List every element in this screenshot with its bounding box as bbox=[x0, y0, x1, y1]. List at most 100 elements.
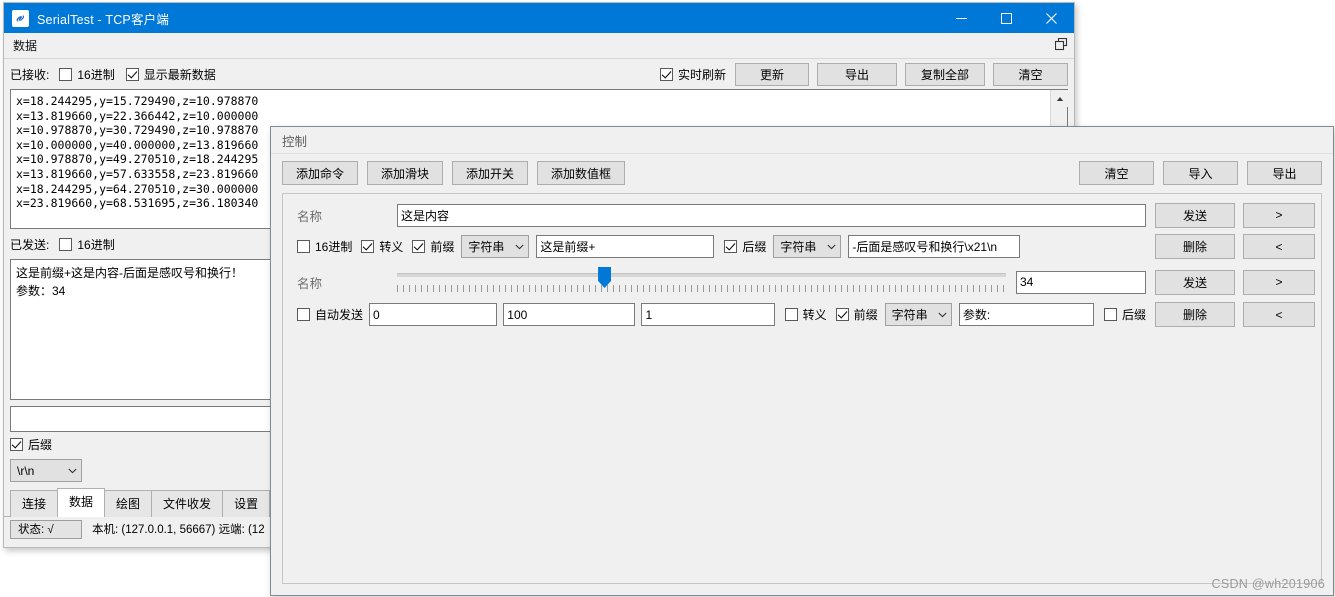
slider-options-row: 自动发送 0 100 1 转义 前缀 字符串 参数: 后缀 删除 < bbox=[283, 299, 1321, 330]
suffix-combobox[interactable]: \r\n bbox=[10, 459, 82, 482]
minimize-icon[interactable] bbox=[939, 3, 984, 33]
add-command-button[interactable]: 添加命令 bbox=[282, 161, 359, 185]
slider-move-right-button[interactable]: > bbox=[1243, 269, 1315, 295]
control-import-button[interactable]: 导入 bbox=[1163, 161, 1238, 185]
slider-value-input[interactable]: 34 bbox=[1016, 270, 1146, 294]
received-toolbar: 已接收: 16进制 显示最新数据 实时刷新 更新 导出 复制全部 清空 bbox=[4, 59, 1074, 89]
checkbox-box bbox=[59, 237, 73, 251]
command-name-label: 名称 bbox=[297, 209, 323, 224]
control-clear-button[interactable]: 清空 bbox=[1079, 161, 1154, 185]
received-label: 已接收: bbox=[10, 67, 50, 82]
copy-all-button[interactable]: 复制全部 bbox=[905, 62, 985, 86]
suffix-checkbox[interactable]: 后缀 bbox=[10, 436, 52, 453]
command-name-row: 名称 这是内容 发送 > bbox=[283, 199, 1321, 231]
slider-prefix-checkbox[interactable]: 前缀 bbox=[835, 306, 878, 323]
command-move-right-button[interactable]: > bbox=[1243, 202, 1315, 228]
command-content-input[interactable]: 这是内容 bbox=[397, 203, 1146, 227]
tab-plot[interactable]: 绘图 bbox=[104, 490, 153, 517]
checkbox-box bbox=[297, 240, 310, 253]
auto-send-checkbox[interactable]: 自动发送 bbox=[297, 306, 363, 323]
title-bar: SerialTest - TCP客户端 bbox=[4, 3, 1074, 33]
menu-item-data[interactable]: 数据 bbox=[4, 37, 37, 54]
status-badge: 状态: √ bbox=[10, 519, 82, 539]
slider-control[interactable] bbox=[397, 265, 1006, 299]
suffix-value: \r\n bbox=[17, 463, 35, 478]
slider-track bbox=[397, 273, 1006, 277]
screenshot-root: SerialTest - TCP客户端 数据 已接收: 16进制 显示最新数据 … bbox=[0, 0, 1335, 597]
menu-bar: 数据 bbox=[4, 33, 1074, 59]
command-suffix-input[interactable]: -后面是感叹号和换行\x21\n bbox=[848, 235, 1021, 258]
command-delete-button[interactable]: 删除 bbox=[1155, 234, 1235, 259]
slider-send-button[interactable]: 发送 bbox=[1155, 269, 1235, 295]
control-export-button[interactable]: 导出 bbox=[1247, 161, 1322, 185]
close-icon[interactable] bbox=[1029, 3, 1074, 33]
slider-delete-button[interactable]: 删除 bbox=[1155, 302, 1235, 327]
chevron-down-icon bbox=[68, 468, 77, 473]
show-latest-checkbox[interactable]: 显示最新数据 bbox=[125, 66, 216, 83]
slider-min-input[interactable]: 0 bbox=[369, 303, 498, 326]
add-switch-button[interactable]: 添加开关 bbox=[452, 161, 529, 185]
command-prefix-type-combobox[interactable]: 字符串 bbox=[461, 235, 530, 258]
link-icon bbox=[12, 9, 29, 27]
slider-move-left-button[interactable]: < bbox=[1243, 302, 1315, 327]
chevron-down-icon bbox=[938, 312, 947, 317]
received-hex-label: 16进制 bbox=[77, 67, 115, 82]
command-prefix-input[interactable]: 这是前缀+ bbox=[536, 235, 715, 258]
update-button[interactable]: 更新 bbox=[735, 62, 809, 86]
slider-ticks bbox=[397, 285, 1006, 292]
slider-prefix-label: 前缀 bbox=[853, 308, 878, 322]
chevron-down-icon bbox=[515, 244, 524, 249]
command-send-button[interactable]: 发送 bbox=[1155, 202, 1235, 228]
checkbox-box bbox=[125, 67, 139, 81]
checkbox-box bbox=[412, 240, 426, 253]
add-numberbox-button[interactable]: 添加数值框 bbox=[537, 161, 626, 185]
slider-prefix-type-value: 字符串 bbox=[891, 308, 928, 322]
command-prefix-checkbox[interactable]: 前缀 bbox=[412, 238, 454, 255]
slider-escape-checkbox[interactable]: 转义 bbox=[784, 306, 827, 323]
tab-file-transfer[interactable]: 文件收发 bbox=[151, 490, 224, 517]
sent-label: 已发送: bbox=[10, 237, 50, 252]
clear-button[interactable]: 清空 bbox=[993, 62, 1068, 86]
suffix-label: 后缀 bbox=[28, 438, 53, 452]
maximize-icon[interactable] bbox=[984, 3, 1029, 33]
checkbox-box bbox=[59, 67, 73, 81]
slider-step-input[interactable]: 1 bbox=[641, 303, 775, 326]
checkbox-box bbox=[10, 438, 23, 451]
command-escape-checkbox[interactable]: 转义 bbox=[361, 238, 403, 255]
command-move-left-button[interactable]: < bbox=[1243, 234, 1315, 259]
tab-settings[interactable]: 设置 bbox=[222, 490, 271, 517]
command-suffix-type-value: 字符串 bbox=[780, 240, 817, 254]
watermark: CSDN @wh201906 bbox=[1211, 577, 1325, 591]
slider-max-input[interactable]: 100 bbox=[503, 303, 636, 326]
slider-prefix-type-combobox[interactable]: 字符串 bbox=[884, 303, 952, 326]
command-suffix-label: 后缀 bbox=[742, 240, 767, 254]
control-toolbar: 添加命令 添加滑块 添加开关 添加数值框 清空 导入 导出 bbox=[271, 154, 1333, 192]
realtime-refresh-checkbox[interactable]: 实时刷新 bbox=[659, 66, 726, 83]
slider-suffix-checkbox[interactable]: 后缀 bbox=[1103, 306, 1146, 323]
status-info: 本机: (127.0.0.1, 56667) 远端: (12 bbox=[92, 524, 265, 536]
tab-data[interactable]: 数据 bbox=[57, 488, 106, 517]
command-hex-label: 16进制 bbox=[315, 240, 353, 254]
slider-name-row: 名称 34 发送 > bbox=[283, 265, 1321, 299]
tab-connect[interactable]: 连接 bbox=[10, 490, 59, 517]
sent-hex-checkbox[interactable]: 16进制 bbox=[59, 236, 115, 253]
command-prefix-type-value: 字符串 bbox=[468, 240, 505, 254]
control-items-panel: 名称 这是内容 发送 > 16进制 转义 前缀 字符串 这是前缀+ 后缀 字符串… bbox=[282, 193, 1322, 584]
command-suffix-checkbox[interactable]: 后缀 bbox=[724, 238, 766, 255]
window-title: SerialTest - TCP客户端 bbox=[37, 12, 170, 27]
slider-prefix-input[interactable]: 参数: bbox=[958, 303, 1094, 326]
export-button[interactable]: 导出 bbox=[817, 62, 897, 86]
sent-hex-label: 16进制 bbox=[77, 237, 115, 252]
command-options-row: 16进制 转义 前缀 字符串 这是前缀+ 后缀 字符串 -后面是感叹号和换行\x… bbox=[283, 231, 1321, 262]
add-slider-button[interactable]: 添加滑块 bbox=[367, 161, 444, 185]
control-dialog: 控制 添加命令 添加滑块 添加开关 添加数值框 清空 导入 导出 名称 这是内容… bbox=[270, 126, 1334, 596]
command-hex-checkbox[interactable]: 16进制 bbox=[297, 238, 352, 255]
command-prefix-label: 前缀 bbox=[430, 240, 455, 254]
command-suffix-type-combobox[interactable]: 字符串 bbox=[773, 235, 842, 258]
window-controls bbox=[939, 3, 1074, 33]
scroll-up-icon[interactable] bbox=[1051, 90, 1068, 107]
slider-name-label: 名称 bbox=[297, 276, 323, 291]
realtime-refresh-label: 实时刷新 bbox=[677, 67, 726, 82]
received-hex-checkbox[interactable]: 16进制 bbox=[59, 66, 115, 83]
restore-window-icon[interactable] bbox=[1054, 37, 1068, 54]
